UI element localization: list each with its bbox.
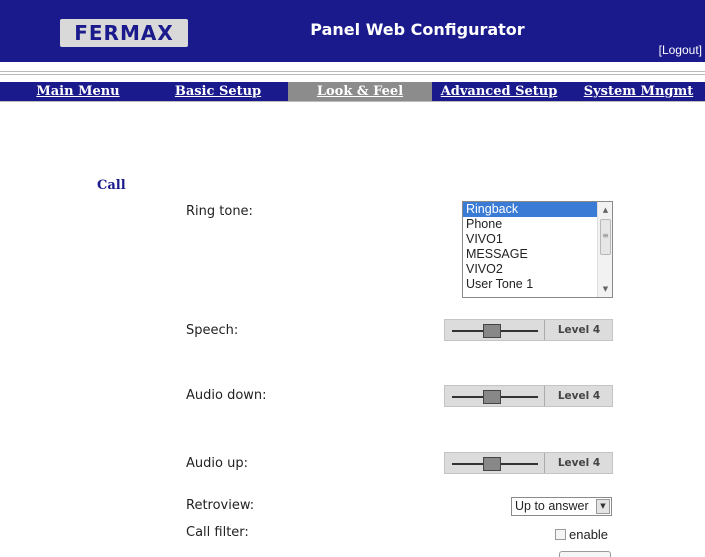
ring-tone-label: Ring tone:	[186, 204, 253, 219]
audio-up-slider[interactable]: Level 4	[444, 452, 613, 474]
audio-down-label: Audio down:	[186, 388, 267, 403]
ring-tone-option[interactable]: MESSAGE	[463, 247, 597, 262]
retroview-value: Up to answer	[515, 499, 589, 513]
ring-tone-option[interactable]: VIVO2	[463, 262, 597, 277]
speech-label: Speech:	[186, 323, 239, 338]
scroll-thumb[interactable]: ≡	[600, 219, 611, 255]
main-nav: Main Menu Basic Setup Look & Feel Advanc…	[0, 82, 705, 101]
tab-main-menu[interactable]: Main Menu	[34, 82, 122, 101]
ring-tone-option[interactable]: Phone	[463, 217, 597, 232]
audio-down-level-value: Level 4	[557, 390, 601, 402]
audio-up-label: Audio up:	[186, 456, 248, 471]
tab-advanced-setup[interactable]: Advanced Setup	[435, 82, 563, 101]
chevron-down-icon[interactable]: ▼	[596, 499, 610, 514]
partial-button[interactable]	[559, 551, 611, 557]
audio-down-slider[interactable]: Level 4	[444, 385, 613, 407]
ring-tone-option[interactable]: User Tone 1	[463, 277, 597, 292]
logout-link[interactable]: [Logout]	[659, 43, 702, 57]
listbox-scrollbar[interactable]: ▲ ≡ ▼	[597, 202, 612, 297]
tab-system-mngmt[interactable]: System Mngmt	[577, 82, 700, 101]
retroview-select[interactable]: Up to answer ▼	[511, 497, 612, 516]
slider-knob[interactable]	[483, 324, 501, 338]
section-title-call: Call	[97, 178, 126, 193]
slider-knob[interactable]	[483, 390, 501, 404]
header-bar: FERMAX Panel Web Configurator [Logout]	[0, 0, 705, 62]
retroview-label: Retroview:	[186, 498, 255, 513]
tab-look-and-feel[interactable]: Look & Feel	[288, 82, 432, 101]
ring-tone-listbox[interactable]: Ringback Phone VIVO1 MESSAGE VIVO2 User …	[462, 201, 613, 298]
speech-level-value: Level 4	[557, 324, 601, 336]
slider-knob[interactable]	[483, 457, 501, 471]
header-divider	[0, 71, 705, 75]
tab-basic-setup[interactable]: Basic Setup	[171, 82, 265, 101]
ring-tone-option[interactable]: VIVO1	[463, 232, 597, 247]
call-filter-label: Call filter:	[186, 525, 249, 540]
call-filter-checkbox[interactable]	[555, 529, 566, 540]
audio-up-level-value: Level 4	[557, 457, 601, 469]
scroll-up-arrow-icon[interactable]: ▲	[598, 203, 613, 217]
ring-tone-option[interactable]: Ringback	[463, 202, 597, 217]
scroll-down-arrow-icon[interactable]: ▼	[598, 282, 613, 296]
speech-slider[interactable]: Level 4	[444, 319, 613, 341]
page-title: Panel Web Configurator	[310, 20, 525, 39]
call-filter-enable-label: enable	[569, 527, 609, 542]
nav-divider	[0, 101, 705, 102]
